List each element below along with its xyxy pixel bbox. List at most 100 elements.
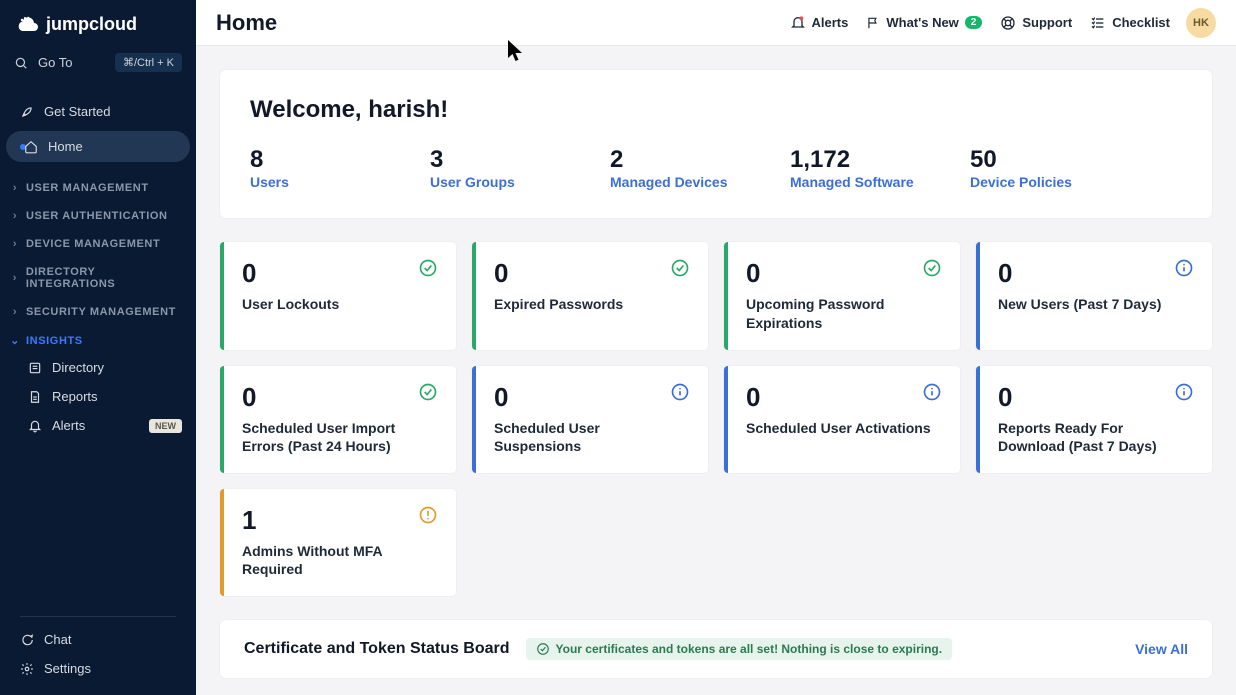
kpi-label: New Users (Past 7 Days) <box>998 295 1194 313</box>
bell-icon <box>28 419 42 433</box>
kpi-value: 0 <box>242 258 256 289</box>
check-circle-icon <box>418 382 438 402</box>
kpi-card-upcoming-expirations[interactable]: 0 Upcoming Password Expirations <box>724 242 960 349</box>
stat-label: Managed Devices <box>610 174 750 190</box>
goto-search[interactable]: Go To ⌘/Ctrl + K <box>0 45 196 80</box>
stats-row: 8 Users 3 User Groups 2 Managed Devices … <box>250 146 1182 190</box>
section-label: DEVICE MANAGEMENT <box>26 238 160 250</box>
kpi-value: 0 <box>494 258 508 289</box>
top-action-label: Alerts <box>812 15 849 30</box>
info-circle-icon <box>1174 258 1194 278</box>
welcome-heading: Welcome, harish! <box>250 96 1182 124</box>
top-action-label: Support <box>1022 15 1072 30</box>
kpi-card-reports-ready[interactable]: 0 Reports Ready For Download (Past 7 Day… <box>976 366 1212 473</box>
cloud-icon <box>16 16 40 34</box>
home-icon <box>24 140 38 154</box>
kpi-value: 0 <box>746 258 760 289</box>
topbar: Home Alerts What's New 2 Support C <box>196 0 1236 46</box>
kpi-card-user-suspensions[interactable]: 0 Scheduled User Suspensions <box>472 366 708 473</box>
sidebar-item-chat[interactable]: Chat <box>0 625 196 654</box>
info-circle-icon <box>670 382 690 402</box>
kpi-value: 1 <box>242 505 256 536</box>
kpi-card-new-users[interactable]: 0 New Users (Past 7 Days) <box>976 242 1212 349</box>
kpi-label: Scheduled User Import Errors (Past 24 Ho… <box>242 419 438 455</box>
kpi-card-user-activations[interactable]: 0 Scheduled User Activations <box>724 366 960 473</box>
sidebar-item-label: Alerts <box>52 418 85 433</box>
sidebar-item-get-started[interactable]: Get Started <box>6 96 190 127</box>
section-label: USER MANAGEMENT <box>26 182 149 194</box>
top-action-support[interactable]: Support <box>1000 15 1072 31</box>
search-icon <box>14 56 28 70</box>
avatar[interactable]: HK <box>1186 8 1216 38</box>
kpi-label: Admins Without MFA Required <box>242 542 438 578</box>
kpi-value: 0 <box>746 382 760 413</box>
kpi-label: Scheduled User Suspensions <box>494 419 690 455</box>
rocket-icon <box>20 105 34 119</box>
flag-icon <box>866 16 880 30</box>
kpi-value: 0 <box>998 382 1012 413</box>
bell-alert-icon <box>790 15 806 31</box>
stat-user-groups[interactable]: 3 User Groups <box>430 146 570 190</box>
sidebar-item-label: Directory <box>52 360 104 375</box>
section-label: USER AUTHENTICATION <box>26 210 168 222</box>
top-action-whats-new[interactable]: What's New 2 <box>866 15 982 30</box>
status-title: Certificate and Token Status Board <box>244 640 510 658</box>
kpi-card-user-lockouts[interactable]: 0 User Lockouts <box>220 242 456 349</box>
sidebar-section-user-authentication[interactable]: › USER AUTHENTICATION <box>0 200 196 228</box>
status-message: Your certificates and tokens are all set… <box>556 642 943 656</box>
stat-value: 8 <box>250 146 390 174</box>
brand-logo[interactable]: jumpcloud <box>0 0 196 45</box>
sidebar-section-user-management[interactable]: › USER MANAGEMENT <box>0 172 196 200</box>
chevron-right-icon: › <box>10 182 20 194</box>
chevron-right-icon: › <box>10 272 20 284</box>
kpi-grid: 0 User Lockouts 0 Expired Passwords <box>220 242 1212 596</box>
brand-name: jumpcloud <box>46 14 137 35</box>
kpi-label: Upcoming Password Expirations <box>746 295 942 331</box>
goto-label: Go To <box>38 55 72 70</box>
kpi-label: Expired Passwords <box>494 295 690 313</box>
status-pill: Your certificates and tokens are all set… <box>526 638 953 660</box>
sidebar-section-insights[interactable]: ⌄ INSIGHTS <box>0 324 196 353</box>
sidebar-item-label: Home <box>48 139 83 154</box>
sidebar-item-label: Get Started <box>44 104 110 119</box>
sidebar-item-settings[interactable]: Settings <box>0 654 196 683</box>
top-action-checklist[interactable]: Checklist <box>1090 15 1170 31</box>
page-title: Home <box>216 10 277 36</box>
sidebar-item-label: Chat <box>44 632 71 647</box>
chevron-right-icon: › <box>10 238 20 250</box>
sidebar-section-directory-integrations[interactable]: › DIRECTORY INTEGRATIONS <box>0 256 196 296</box>
chevron-right-icon: › <box>10 306 20 318</box>
kpi-value: 0 <box>998 258 1012 289</box>
kpi-label: Scheduled User Activations <box>746 419 942 437</box>
sidebar-item-alerts[interactable]: Alerts NEW <box>0 411 196 440</box>
stat-managed-devices[interactable]: 2 Managed Devices <box>610 146 750 190</box>
check-circle-icon <box>536 642 550 656</box>
sidebar-section-device-management[interactable]: › DEVICE MANAGEMENT <box>0 228 196 256</box>
main: Home Alerts What's New 2 Support C <box>196 0 1236 695</box>
sidebar-item-directory[interactable]: Directory <box>0 353 196 382</box>
sidebar-item-reports[interactable]: Reports <box>0 382 196 411</box>
check-circle-icon <box>922 258 942 278</box>
kpi-label: User Lockouts <box>242 295 438 313</box>
kpi-card-admins-no-mfa[interactable]: 1 Admins Without MFA Required <box>220 489 456 596</box>
kpi-card-expired-passwords[interactable]: 0 Expired Passwords <box>472 242 708 349</box>
stat-label: Device Policies <box>970 174 1110 190</box>
section-label: INSIGHTS <box>26 335 83 347</box>
sidebar-section-security-management[interactable]: › SECURITY MANAGEMENT <box>0 296 196 324</box>
kpi-value: 0 <box>242 382 256 413</box>
content: Welcome, harish! 8 Users 3 User Groups 2… <box>196 46 1236 695</box>
kpi-card-import-errors[interactable]: 0 Scheduled User Import Errors (Past 24 … <box>220 366 456 473</box>
stat-users[interactable]: 8 Users <box>250 146 390 190</box>
checklist-icon <box>1090 15 1106 31</box>
stat-managed-software[interactable]: 1,172 Managed Software <box>790 146 930 190</box>
stat-device-policies[interactable]: 50 Device Policies <box>970 146 1110 190</box>
certificate-status-card: Certificate and Token Status Board Your … <box>220 620 1212 678</box>
lifebuoy-icon <box>1000 15 1016 31</box>
chat-icon <box>20 633 34 647</box>
view-all-link[interactable]: View All <box>1135 641 1188 657</box>
sidebar: jumpcloud Go To ⌘/Ctrl + K Get Started H… <box>0 0 196 695</box>
kpi-value: 0 <box>494 382 508 413</box>
top-action-alerts[interactable]: Alerts <box>790 15 849 31</box>
new-badge: NEW <box>149 419 182 433</box>
sidebar-item-home[interactable]: Home <box>6 131 190 162</box>
